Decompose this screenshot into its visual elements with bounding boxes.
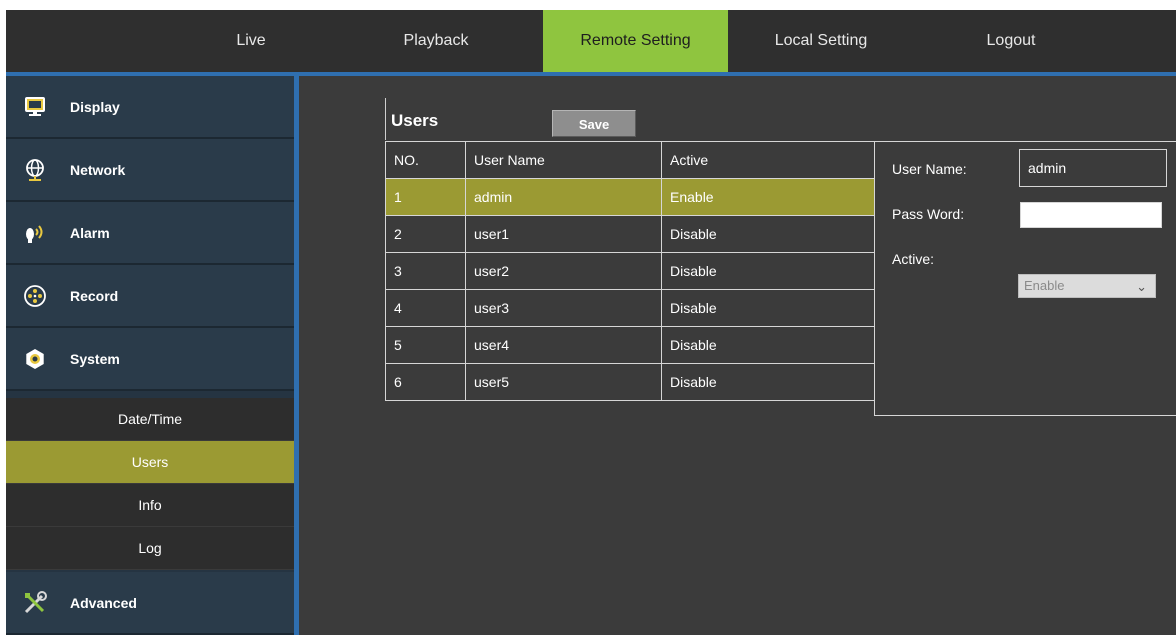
column-header-user-name: User Name [465,141,662,179]
table-row[interactable]: 1 admin Enable [385,178,875,216]
nav-remote-setting[interactable]: Remote Setting [543,10,728,72]
monitor-icon [22,94,48,120]
cell-user-name: user5 [465,363,662,401]
sidebar-sub-info[interactable]: Info [6,484,294,527]
sidebar-item-advanced[interactable]: Advanced [6,572,294,635]
title-divider [385,98,386,140]
nav-playback[interactable]: Playback [376,10,496,72]
chevron-down-icon: ⌄ [1136,279,1147,294]
active-select-value: Enable [1024,278,1065,293]
sidebar-item-label: Record [70,287,119,304]
sidebar-item-label: Network [70,161,126,178]
table-row[interactable]: 3 user2 Disable [385,252,875,290]
table-header-row: NO. User Name Active [385,141,875,179]
table-row[interactable]: 2 user1 Disable [385,215,875,253]
sidebar-item-label: System [70,350,120,367]
globe-network-icon [22,157,48,183]
username-field[interactable]: admin [1019,149,1167,187]
sidebar-sub-users[interactable]: Users [6,441,294,484]
table-row[interactable]: 5 user4 Disable [385,326,875,364]
save-button[interactable]: Save [552,110,636,137]
cell-no: 4 [385,289,466,327]
sidebar-item-label: Display [70,98,120,115]
cell-user-name: user2 [465,252,662,290]
cell-no: 6 [385,363,466,401]
sidebar-item-record[interactable]: Record [6,265,294,328]
table-row[interactable]: 4 user3 Disable [385,289,875,327]
nav-local-setting[interactable]: Local Setting [751,10,891,72]
cell-no: 1 [385,178,466,216]
cell-user-name: user1 [465,215,662,253]
cell-user-name: user4 [465,326,662,364]
sidebar-item-network[interactable]: Network [6,139,294,202]
sidebar-item-system[interactable]: System [6,328,294,391]
cell-active: Enable [661,178,875,216]
cell-active: Disable [661,326,875,364]
cell-active: Disable [661,289,875,327]
active-select[interactable]: Enable ⌄ [1018,274,1156,298]
film-reel-icon [22,283,48,309]
sidebar-item-label: Alarm [70,224,110,241]
cell-user-name: admin [465,178,662,216]
sidebar-sub-log[interactable]: Log [6,527,294,570]
nav-logout[interactable]: Logout [956,10,1066,72]
cell-active: Disable [661,363,875,401]
table-row[interactable]: 6 user5 Disable [385,363,875,401]
sidebar-sub-date-time[interactable]: Date/Time [6,398,294,441]
alarm-icon [22,220,48,246]
cell-no: 3 [385,252,466,290]
password-field[interactable] [1020,202,1162,228]
sidebar-item-alarm[interactable]: Alarm [6,202,294,265]
cell-no: 2 [385,215,466,253]
cell-active: Disable [661,252,875,290]
cell-user-name: user3 [465,289,662,327]
username-label: User Name: [892,161,967,177]
users-table: NO. User Name Active 1 admin Enable 2 us… [385,141,875,401]
cell-no: 5 [385,326,466,364]
password-label: Pass Word: [892,206,965,222]
sidebar: Display Network Alarm Record System Date… [6,76,294,635]
page-title: Users [391,111,439,130]
column-header-active: Active [661,141,875,179]
top-nav: Live Playback Remote Setting Local Setti… [6,10,1176,72]
cell-active: Disable [661,215,875,253]
sidebar-item-label: Advanced [70,594,137,611]
gear-nut-icon [22,346,48,372]
sidebar-divider [294,76,299,635]
tools-icon [22,590,48,616]
sidebar-item-display[interactable]: Display [6,76,294,139]
active-label: Active: [892,251,935,267]
nav-live[interactable]: Live [206,10,296,72]
app-window: Live Playback Remote Setting Local Setti… [6,10,1176,635]
column-header-no: NO. [385,141,466,179]
